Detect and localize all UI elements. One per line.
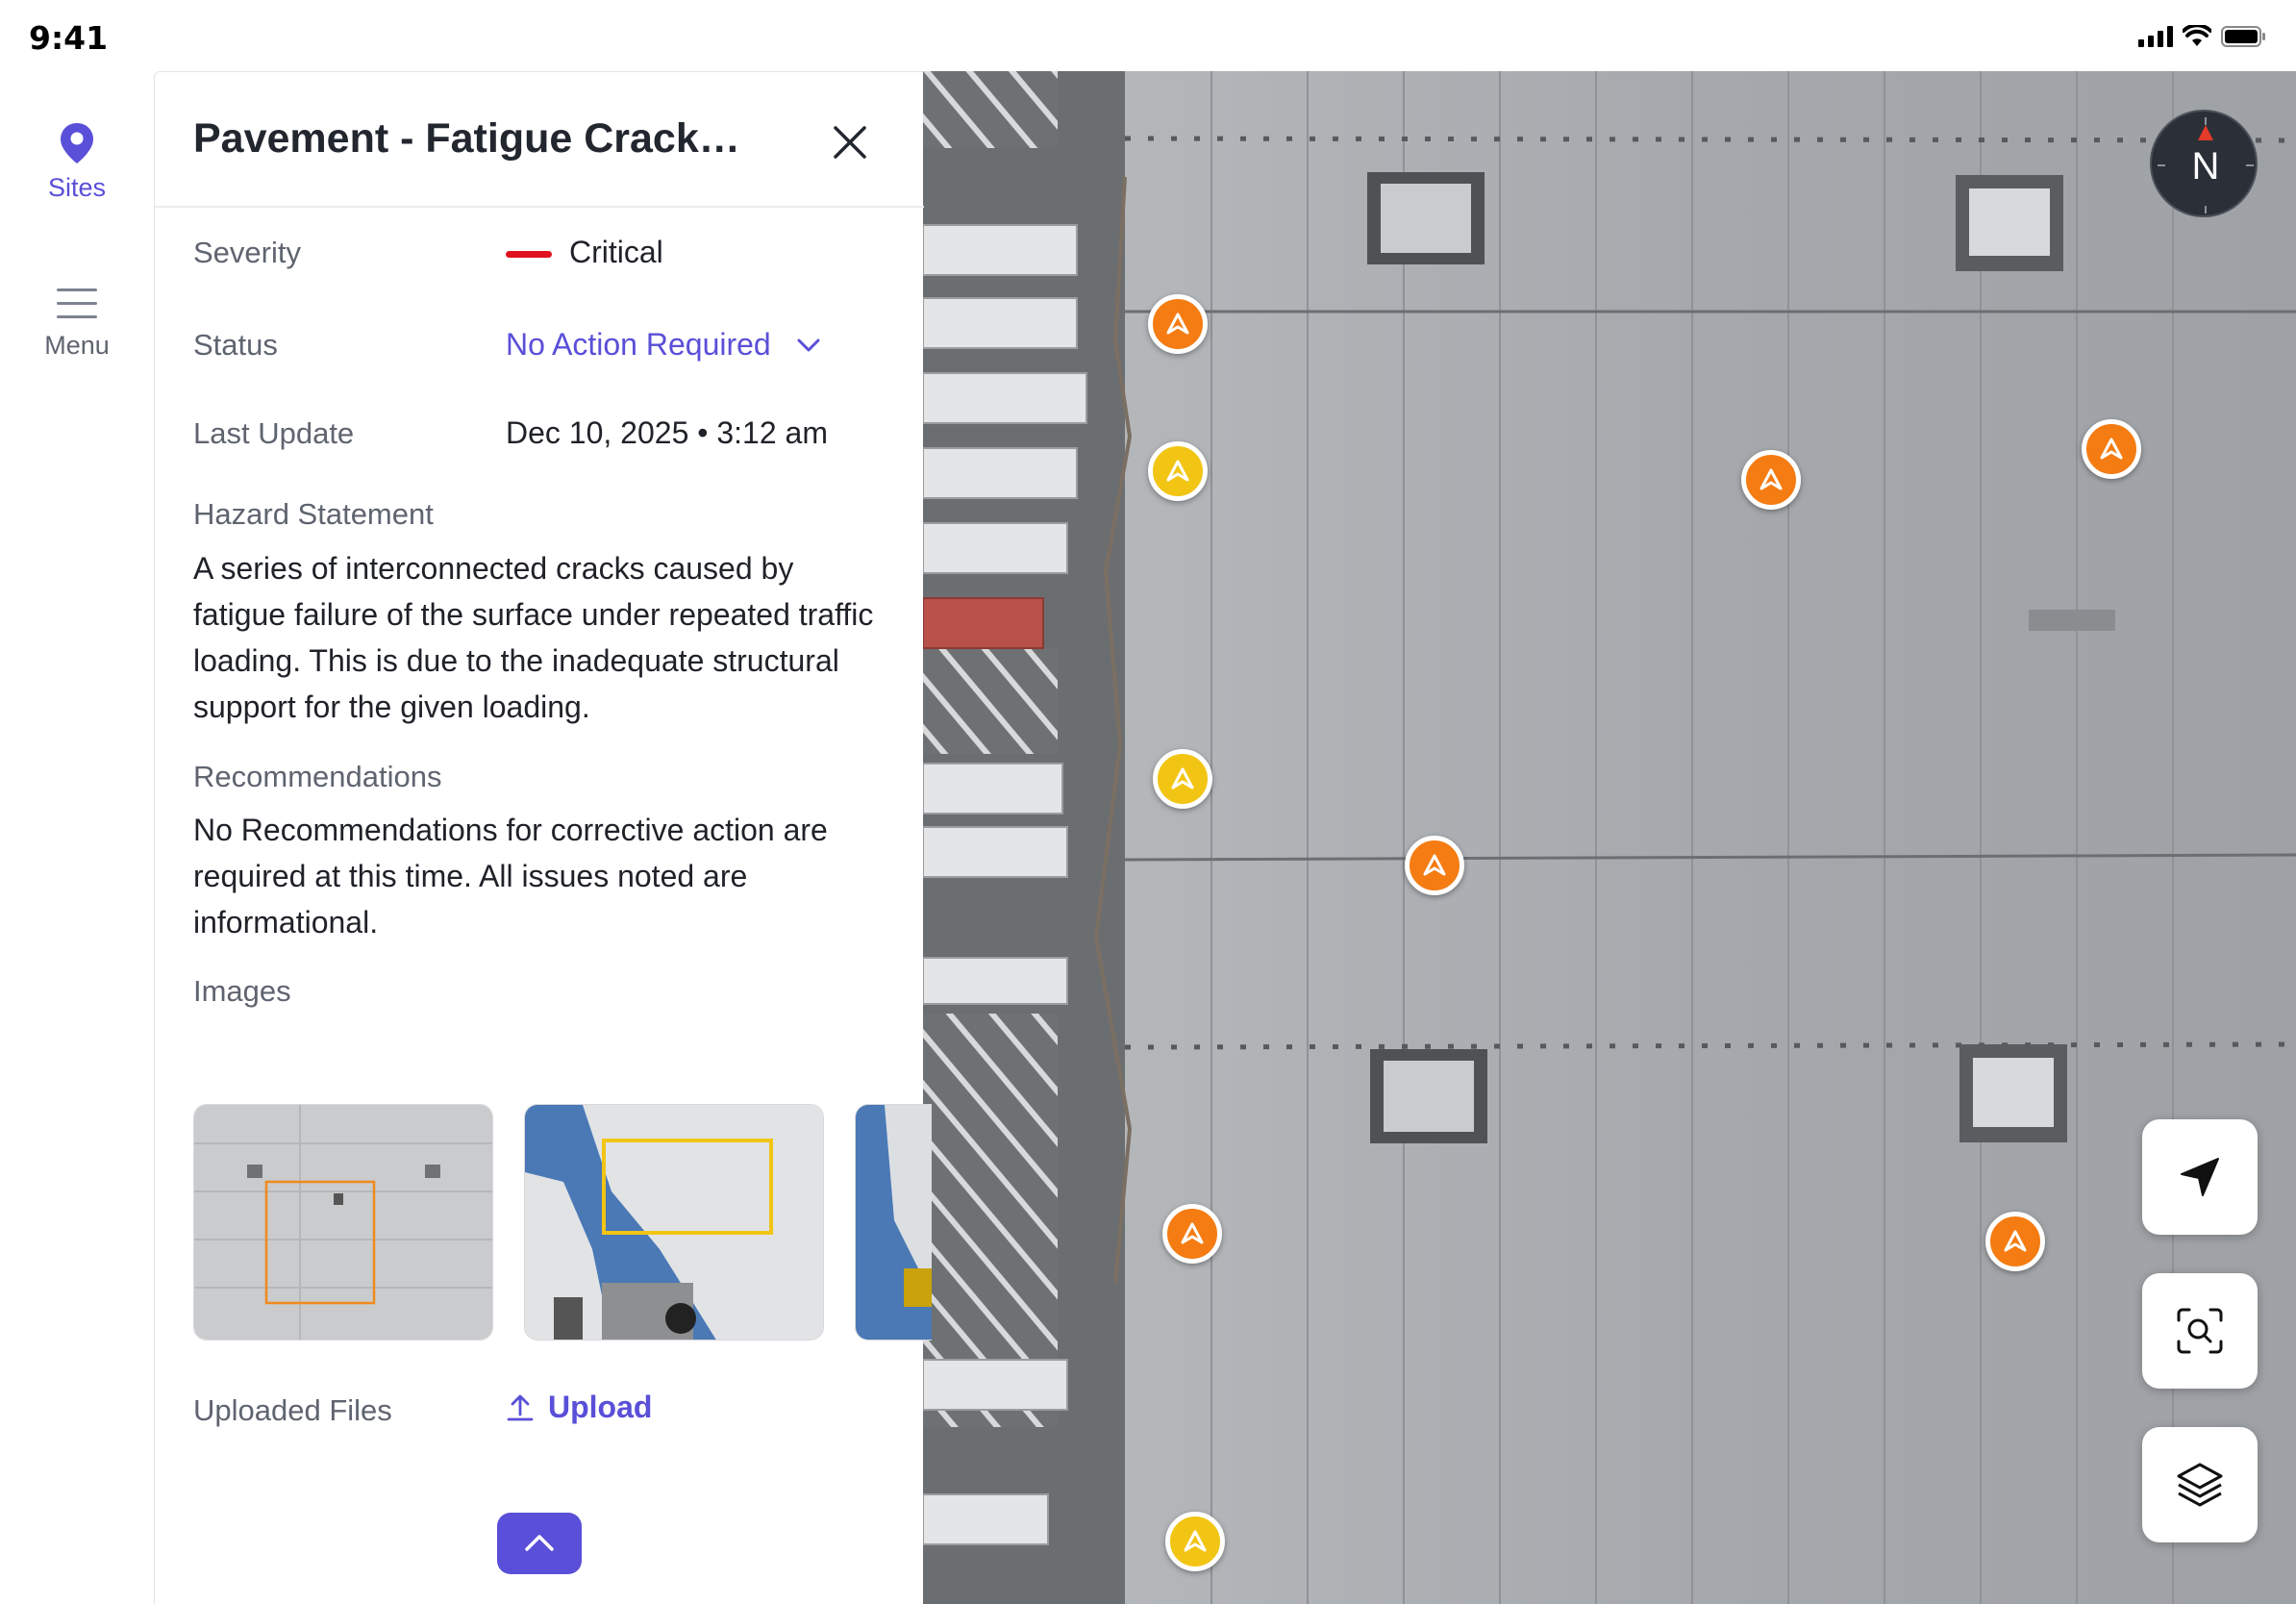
last-update-label: Last Update <box>193 416 355 450</box>
status-dropdown[interactable]: No Action Required <box>506 327 821 363</box>
panel-header: Pavement - Fatigue Cracking <box>155 72 924 208</box>
app-screen: 9:41 Sites Menu Pavement - Fatigue Crack… <box>0 0 2296 1604</box>
nav-item-sites[interactable]: Sites <box>0 121 154 203</box>
scan-search-button[interactable] <box>2142 1273 2258 1389</box>
aerial-roof-imagery <box>923 71 2296 1604</box>
cellular-signal-icon <box>2138 26 2173 47</box>
navigation-arrow-icon <box>1759 468 1783 490</box>
map-layers-button[interactable] <box>2142 1427 2258 1542</box>
upload-button[interactable]: Upload <box>506 1390 652 1425</box>
hazard-marker[interactable] <box>1148 294 1208 354</box>
image-thumbnail-2[interactable] <box>524 1104 824 1341</box>
status-bar: 9:41 <box>0 0 2296 71</box>
navigation-arrow-icon <box>2004 1230 2027 1252</box>
hazard-marker[interactable] <box>1741 450 1801 510</box>
map-view[interactable]: N <box>923 71 2296 1604</box>
status-value: No Action Required <box>506 327 771 362</box>
compass-button[interactable]: N <box>2150 110 2258 217</box>
hamburger-icon <box>57 288 97 318</box>
compass-north-label: N <box>2192 145 2220 188</box>
navigation-arrow-icon <box>2100 438 2123 460</box>
navigation-arrow-icon <box>1166 313 1189 335</box>
navigation-arrow-icon <box>1166 460 1189 482</box>
last-update-value: Dec 10, 2025 • 3:12 am <box>506 415 828 450</box>
recommendations-text: No Recommendations for corrective action… <box>193 813 828 940</box>
close-icon[interactable] <box>828 120 872 164</box>
image-thumbnail-3[interactable] <box>855 1104 932 1341</box>
issue-title: Pavement - Fatigue Cracking <box>193 115 751 162</box>
left-navigation: Sites Menu <box>0 71 154 1604</box>
recommendations-label: Recommendations <box>193 760 442 793</box>
expand-panel-button[interactable] <box>497 1513 582 1574</box>
hazard-marker[interactable] <box>2082 419 2141 479</box>
compass-icon: N <box>2158 117 2254 213</box>
scan-search-icon <box>2177 1308 2223 1354</box>
navigate-icon <box>2181 1158 2219 1196</box>
hazard-marker[interactable] <box>1985 1212 2045 1271</box>
nav-label-menu: Menu <box>44 331 110 360</box>
hazard-statement-label: Hazard Statement <box>193 497 434 531</box>
chevron-up-icon <box>525 1535 554 1551</box>
navigation-arrow-icon <box>1423 854 1446 876</box>
navigation-arrow-icon <box>1184 1530 1207 1552</box>
battery-icon <box>2221 26 2265 47</box>
navigation-arrow-icon <box>1171 767 1194 789</box>
status-icons <box>2138 25 2267 48</box>
upload-label: Upload <box>548 1390 653 1424</box>
hazard-statement-text: A series of interconnected cracks caused… <box>193 551 874 724</box>
severity-label: Severity <box>193 236 301 269</box>
uploaded-files-label: Uploaded Files <box>193 1393 392 1427</box>
status-label: Status <box>193 328 278 362</box>
status-time: 9:41 <box>29 19 109 57</box>
hazard-marker[interactable] <box>1405 836 1464 895</box>
hazard-marker[interactable] <box>1153 749 1212 809</box>
severity-text: Critical <box>569 235 663 269</box>
hazard-marker[interactable] <box>1162 1204 1222 1264</box>
hazard-marker[interactable] <box>1148 441 1208 501</box>
location-pin-icon <box>61 123 93 163</box>
severity-indicator <box>506 251 552 259</box>
locate-me-button[interactable] <box>2142 1119 2258 1235</box>
hazard-marker[interactable] <box>1165 1512 1225 1571</box>
navigation-arrow-icon <box>1181 1222 1204 1244</box>
issue-detail-panel: Pavement - Fatigue Cracking Severity Cri… <box>154 71 932 1604</box>
image-thumbnail-1[interactable] <box>193 1104 493 1341</box>
layers-icon <box>2177 1463 2223 1507</box>
wifi-icon <box>2183 25 2211 46</box>
images-label: Images <box>193 974 291 1008</box>
nav-item-menu[interactable]: Menu <box>0 285 154 361</box>
severity-value: Critical <box>506 235 663 270</box>
chevron-down-icon <box>797 338 820 351</box>
upload-icon <box>507 1394 534 1420</box>
nav-label-sites: Sites <box>47 173 107 202</box>
